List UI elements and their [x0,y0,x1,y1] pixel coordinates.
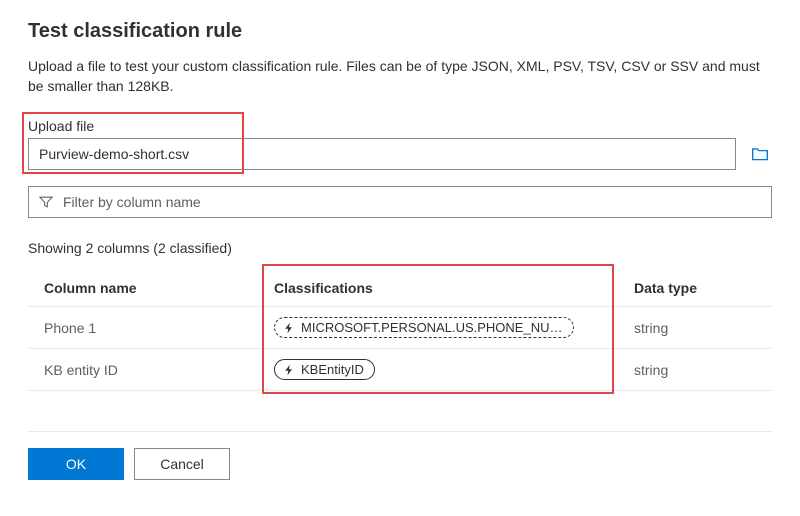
cell-classifications: KBEntityID [258,349,618,391]
cell-data-type: string [618,349,772,391]
upload-label: Upload file [28,118,772,134]
footer-divider [28,431,772,432]
results-table-wrap: Column name Classifications Data type Ph… [28,270,772,391]
folder-icon [751,145,769,163]
page-description: Upload a file to test your custom classi… [28,57,772,96]
th-classifications[interactable]: Classifications [258,270,618,307]
th-column-name[interactable]: Column name [28,270,258,307]
classification-label: MICROSOFT.PERSONAL.US.PHONE_NU… [301,320,563,335]
cell-data-type: string [618,307,772,349]
results-summary: Showing 2 columns (2 classified) [28,240,772,256]
filter-input[interactable] [61,193,761,211]
cancel-button[interactable]: Cancel [134,448,230,480]
classification-pill[interactable]: MICROSOFT.PERSONAL.US.PHONE_NU… [274,317,574,338]
cell-classifications: MICROSOFT.PERSONAL.US.PHONE_NU… [258,307,618,349]
lightning-icon [283,322,295,334]
results-table: Column name Classifications Data type Ph… [28,270,772,391]
upload-file-input[interactable] [28,138,736,170]
upload-group: Upload file [28,118,772,170]
table-row: KB entity ID KBEntityID string [28,349,772,391]
filter-icon [39,195,53,209]
ok-button[interactable]: OK [28,448,124,480]
cell-column-name: KB entity ID [28,349,258,391]
th-data-type[interactable]: Data type [618,270,772,307]
table-row: Phone 1 MICROSOFT.PERSONAL.US.PHONE_NU… … [28,307,772,349]
classification-pill[interactable]: KBEntityID [274,359,375,380]
classification-label: KBEntityID [301,362,364,377]
filter-row[interactable] [28,186,772,218]
page-title: Test classification rule [28,20,772,43]
lightning-icon [283,364,295,376]
dialog-footer: OK Cancel [28,448,772,480]
browse-button[interactable] [748,142,772,166]
cell-column-name: Phone 1 [28,307,258,349]
